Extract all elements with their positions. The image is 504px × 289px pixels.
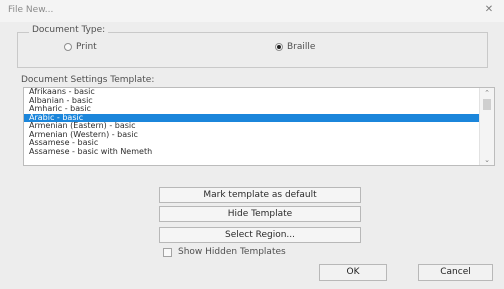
document-type-legend: Document Type: (29, 25, 109, 35)
hide-template-button[interactable]: Hide Template (159, 206, 361, 222)
template-listbox[interactable]: Afrikaans - basic Albanian - basic Amhar… (23, 87, 495, 166)
mark-template-default-button[interactable]: Mark template as default (159, 187, 361, 203)
template-item-albanian[interactable]: Albanian - basic (24, 96, 482, 106)
braille-radio[interactable]: Braille (275, 42, 315, 52)
scroll-down-arrow-icon[interactable]: ⌄ (480, 155, 494, 165)
scroll-up-arrow-icon[interactable]: ⌃ (480, 88, 494, 98)
file-new-dialog: File New... ✕ Document Type: Print Brail… (0, 0, 504, 289)
template-item-afrikaans[interactable]: Afrikaans - basic (24, 88, 482, 97)
template-scrollbar[interactable]: ⌃ ⌄ (479, 88, 494, 165)
show-hidden-templates-label: Show Hidden Templates (178, 247, 286, 257)
close-icon[interactable]: ✕ (482, 3, 496, 17)
template-list: Afrikaans - basic Albanian - basic Amhar… (24, 88, 482, 156)
title-bar: File New... ✕ (0, 0, 504, 22)
scrollbar-thumb[interactable] (483, 99, 491, 110)
print-radio-indicator (64, 43, 72, 51)
window-title: File New... (8, 5, 54, 15)
document-settings-template-label: Document Settings Template: (21, 75, 155, 85)
template-item-amharic[interactable]: Amharic - basic (24, 104, 482, 114)
braille-radio-label: Braille (287, 42, 316, 52)
show-hidden-templates-box (163, 247, 172, 257)
select-region-button[interactable]: Select Region... (159, 227, 361, 243)
show-hidden-templates-checkbox[interactable]: Show Hidden Templates (163, 247, 286, 257)
print-radio[interactable]: Print (64, 42, 97, 52)
print-radio-label: Print (76, 42, 97, 52)
cancel-button[interactable]: Cancel (418, 264, 493, 281)
ok-button[interactable]: OK (319, 264, 387, 281)
braille-radio-indicator (275, 43, 283, 51)
template-item-assamese-nemeth[interactable]: Assamese - basic with Nemeth (24, 147, 482, 157)
